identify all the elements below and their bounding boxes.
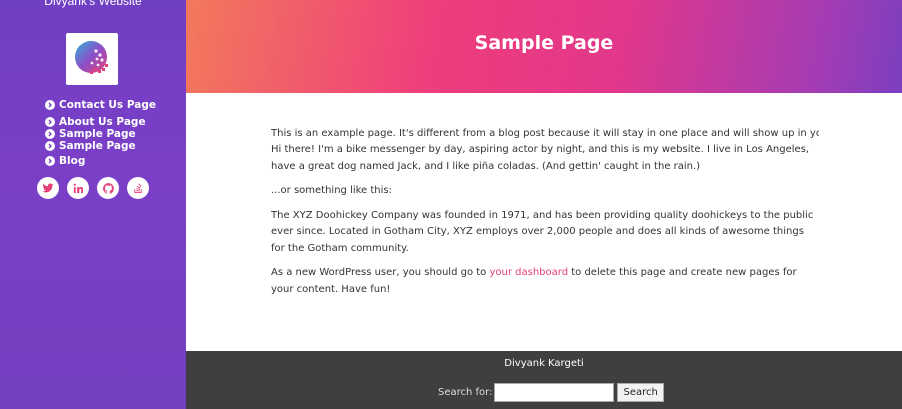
chevron-right-icon	[45, 129, 55, 139]
chevron-right-icon	[45, 116, 55, 127]
intro-paragraph: This is an example page. It's different …	[271, 128, 819, 139]
content-paragraph: As a new WordPress user, you should go t…	[271, 265, 819, 298]
content-paragraph: The XYZ Doohickey Company was founded in…	[271, 209, 814, 254]
globe-dots-logo-icon	[75, 41, 108, 74]
nav-item-blog[interactable]: Blog	[45, 153, 156, 169]
social-links	[37, 177, 149, 199]
stackoverflow-link[interactable]	[127, 177, 149, 199]
nav-label: Contact Us Page	[59, 99, 156, 111]
github-icon	[102, 182, 114, 194]
chevron-right-icon	[45, 140, 55, 151]
nav-label: About Us Page	[59, 115, 146, 128]
content-paragraph: Hi there! I'm a bike messenger by day, a…	[271, 144, 810, 172]
nav-label: Sample Page	[59, 128, 136, 140]
linkedin-link[interactable]	[67, 177, 89, 199]
nav-label: Sample Page	[59, 139, 136, 152]
paragraph-text: As a new WordPress user, you should go t…	[271, 267, 490, 278]
search-label: Search for:	[438, 387, 493, 398]
site-logo[interactable]	[66, 33, 118, 85]
search-form: Search for: Search	[438, 383, 664, 402]
sidebar: Divyank's Website Contact Us Page About …	[0, 0, 186, 409]
search-input[interactable]	[494, 383, 615, 402]
nav-item-sample[interactable]: Sample Page	[45, 128, 156, 140]
twitter-link[interactable]	[37, 177, 59, 199]
page-title: Sample Page	[474, 32, 614, 54]
nav-item-contact[interactable]: Contact Us Page	[45, 97, 156, 113]
nav-item-sample-2[interactable]: Sample Page	[45, 139, 156, 153]
page-content: This is an example page. It's different …	[271, 126, 819, 306]
twitter-icon	[42, 183, 54, 193]
sidebar-nav: Contact Us Page About Us Page Sample Pag…	[45, 97, 156, 170]
footer-name: Divyank Kargeti	[504, 358, 584, 369]
github-link[interactable]	[97, 177, 119, 199]
linkedin-icon	[73, 183, 83, 193]
content-paragraph: ...or something like this:	[271, 185, 393, 196]
stackoverflow-icon	[133, 183, 142, 194]
search-button[interactable]: Search	[617, 383, 664, 402]
page-header: Sample Page	[186, 0, 902, 93]
site-title[interactable]: Divyank's Website	[0, 0, 186, 8]
page-footer: Divyank Kargeti Search for: Search	[186, 351, 902, 409]
chevron-right-icon	[45, 100, 55, 110]
dashboard-link[interactable]: your dashboard	[489, 267, 568, 278]
chevron-right-icon	[45, 156, 55, 166]
nav-label: Blog	[59, 155, 86, 167]
